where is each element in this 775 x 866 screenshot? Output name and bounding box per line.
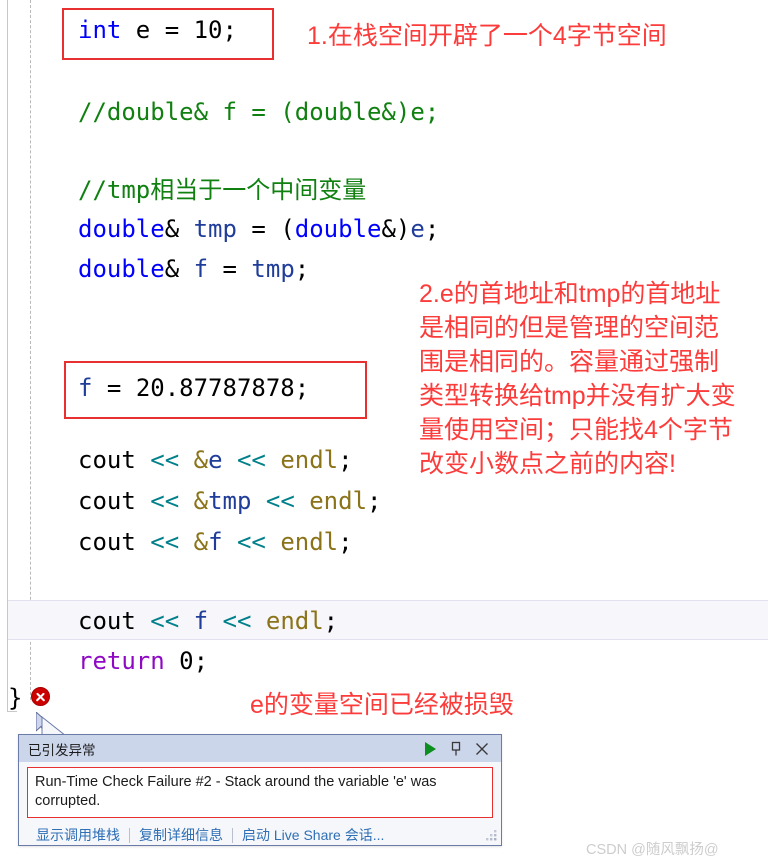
code-line[interactable]: cout << &tmp << endl;	[0, 481, 560, 522]
dialog-body: Run-Time Check Failure #2 - Stack around…	[19, 762, 501, 845]
highlight-box-assignment	[64, 361, 367, 419]
code-token: ;	[294, 255, 310, 283]
code-token: &	[193, 528, 209, 556]
annotation-stack-allocation: 1.在栈空间开辟了一个4字节空间	[307, 22, 667, 50]
code-token: cout	[78, 446, 136, 474]
dialog-callout-pointer	[41, 715, 68, 737]
code-token: &	[164, 215, 194, 243]
dialog-title: 已引发异常	[28, 742, 96, 758]
code-token: &)	[381, 215, 411, 243]
code-token: tmp	[208, 487, 252, 515]
code-token: ;	[338, 528, 353, 556]
code-token: 0;	[164, 647, 209, 675]
code-token: f	[193, 607, 209, 635]
code-token: f	[193, 255, 209, 283]
code-line[interactable]: cout << f << endl;	[0, 601, 560, 642]
pin-icon[interactable]	[443, 738, 469, 760]
code-token: &	[193, 487, 209, 515]
code-token: return	[78, 647, 165, 675]
copy-details-link[interactable]: 复制详细信息	[139, 825, 223, 845]
code-line[interactable]: cout << &f << endl;	[0, 522, 560, 563]
exception-message: Run-Time Check Failure #2 - Stack around…	[27, 767, 493, 818]
code-token: <<	[150, 487, 180, 515]
play-icon[interactable]	[417, 738, 443, 760]
code-token: <<	[265, 487, 295, 515]
link-separator-1	[129, 827, 130, 843]
code-token: ;	[338, 446, 353, 474]
code-token: tmp	[251, 255, 295, 283]
code-token: //tmp相当于一个中间变量	[78, 176, 367, 204]
exception-dialog[interactable]: 已引发异常 Run-Time Check Failure #2 - Stack …	[18, 734, 502, 846]
code-token: cout	[78, 528, 136, 556]
code-token: f	[208, 528, 223, 556]
code-token: = (	[236, 215, 295, 243]
annotation-variable-corrupted: e的变量空间已经被损毁	[250, 691, 514, 719]
code-token: <<	[150, 528, 180, 556]
code-token: cout	[78, 607, 136, 635]
screenshot-root: int e = 10;//double& f = (double&)e;//tm…	[0, 0, 775, 866]
code-token: ;	[323, 607, 339, 635]
code-token: <<	[236, 446, 266, 474]
highlight-box-declaration	[62, 8, 274, 60]
code-line[interactable]: return 0;	[0, 641, 560, 682]
dialog-header: 已引发异常	[19, 735, 501, 762]
code-token: =	[208, 255, 252, 283]
code-token: <<	[150, 446, 180, 474]
code-token: endl	[280, 528, 339, 556]
code-token: //double& f = (double&)e;	[78, 98, 440, 126]
code-token: <<	[150, 607, 180, 635]
close-icon[interactable]	[469, 738, 495, 760]
code-token: ;	[424, 215, 440, 243]
show-call-stack-link[interactable]: 显示调用堆栈	[36, 825, 120, 845]
code-token: endl	[265, 607, 324, 635]
code-token: <<	[222, 607, 252, 635]
code-token: endl	[309, 487, 368, 515]
link-separator-2	[232, 827, 233, 843]
code-line[interactable]: double& tmp = (double&)e;	[0, 209, 560, 250]
code-token: e	[208, 446, 223, 474]
code-token: &	[164, 255, 194, 283]
code-token: endl	[280, 446, 339, 474]
code-token: tmp	[193, 215, 237, 243]
code-token: &	[193, 446, 209, 474]
code-token: <<	[236, 528, 266, 556]
code-line[interactable]: //tmp相当于一个中间变量	[0, 170, 560, 211]
code-token: ;	[367, 487, 382, 515]
error-marker-icon[interactable]	[31, 687, 50, 706]
resize-grip-icon[interactable]	[484, 828, 498, 842]
code-token: double	[78, 215, 165, 243]
code-line[interactable]: //double& f = (double&)e;	[0, 92, 560, 133]
start-live-share-link[interactable]: 启动 Live Share 会话...	[242, 825, 384, 845]
annotation-address-explanation: 2.e的首地址和tmp的首地址是相同的但是管理的空间范围是相同的。容量通过强制类…	[419, 280, 736, 478]
code-token: }	[8, 684, 23, 712]
watermark: CSDN @随风飘扬@	[586, 842, 719, 858]
dialog-actions[interactable]: 显示调用堆栈 复制详细信息 启动 Live Share 会话...	[27, 818, 493, 845]
code-token: cout	[78, 487, 136, 515]
code-token: double	[78, 255, 165, 283]
code-token: double	[294, 215, 382, 243]
code-token: e	[410, 215, 425, 243]
